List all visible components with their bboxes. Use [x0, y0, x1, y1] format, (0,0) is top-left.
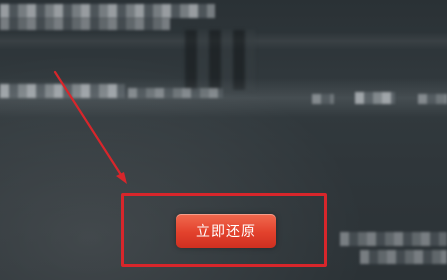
blurred-row-text-2 — [128, 88, 223, 98]
restore-now-button-label: 立即还原 — [196, 224, 256, 240]
blurred-row-text — [0, 84, 125, 98]
screenshot-stage: 立即还原 — [0, 0, 447, 280]
blurred-corner-text-2 — [360, 250, 447, 264]
blurred-row-value-2 — [355, 92, 395, 104]
blurred-row-value-1 — [312, 94, 334, 104]
restore-now-button[interactable]: 立即还原 — [176, 214, 276, 248]
blurred-row-value-3 — [418, 94, 447, 104]
blurred-title-text-line-2 — [0, 18, 170, 30]
blurred-title-text — [0, 4, 215, 18]
blurred-corner-text — [340, 232, 447, 246]
